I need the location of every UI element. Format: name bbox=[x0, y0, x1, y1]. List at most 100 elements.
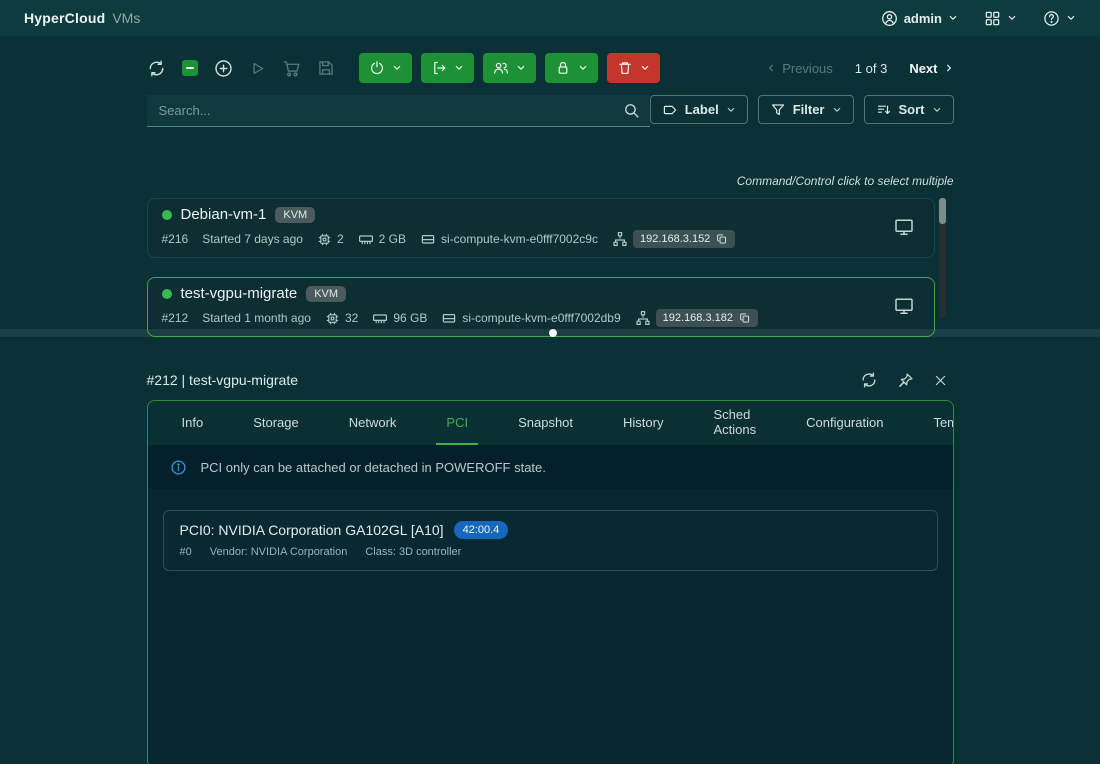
pci-class: Class: 3D controller bbox=[365, 546, 461, 558]
chevron-down-icon bbox=[578, 63, 588, 73]
vm-host: si-compute-kvm-e0fff7002db9 bbox=[462, 311, 620, 325]
play-button[interactable] bbox=[249, 60, 266, 77]
copy-icon[interactable] bbox=[739, 312, 751, 324]
tab-snapshot[interactable]: Snapshot bbox=[508, 401, 583, 445]
ownership-actions-button[interactable] bbox=[483, 53, 536, 83]
chevron-down-icon bbox=[1007, 13, 1017, 23]
vm-row-debian-vm-1[interactable]: Debian-vm-1 KVM #216 Started 7 days ago … bbox=[147, 198, 935, 258]
tab-network[interactable]: Network bbox=[339, 401, 407, 445]
vm-row-test-vgpu-migrate[interactable]: test-vgpu-migrate KVM #212 Started 1 mon… bbox=[147, 277, 935, 337]
vm-ip: 192.168.3.152 bbox=[640, 233, 710, 245]
scrollbar-thumb[interactable] bbox=[939, 198, 946, 224]
power-actions-button[interactable] bbox=[359, 53, 412, 83]
pin-button[interactable] bbox=[897, 372, 914, 389]
detail-refresh-button[interactable] bbox=[860, 371, 878, 389]
vnc-console-icon[interactable] bbox=[894, 296, 914, 316]
vm-ip: 192.168.3.182 bbox=[663, 312, 733, 324]
label-dropdown-button[interactable]: Label bbox=[650, 95, 748, 124]
chevron-down-icon bbox=[454, 63, 464, 73]
next-page-button[interactable]: Next bbox=[909, 61, 953, 76]
cart-button[interactable] bbox=[282, 59, 301, 78]
vm-started: Started 7 days ago bbox=[202, 232, 303, 246]
user-menu[interactable]: admin bbox=[881, 10, 958, 27]
topbar: HyperCloud VMs admin bbox=[0, 0, 1100, 36]
tab-configuration[interactable]: Configuration bbox=[796, 401, 893, 445]
search-icon[interactable] bbox=[623, 102, 640, 119]
pci-tab-content: PCI0: NVIDIA Corporation GA102GL [A10] 4… bbox=[148, 489, 953, 764]
chevron-down-icon bbox=[948, 13, 958, 23]
select-all-checkbox[interactable] bbox=[182, 60, 198, 76]
tab-pci[interactable]: PCI bbox=[436, 401, 478, 445]
close-icon[interactable] bbox=[933, 373, 948, 388]
pci-info-alert: PCI only can be attached or detached in … bbox=[148, 445, 953, 489]
vm-ip-badge[interactable]: 192.168.3.152 bbox=[633, 230, 735, 248]
vm-detail-panel: Info Storage Network PCI Snapshot Histor… bbox=[147, 400, 954, 764]
ram-icon bbox=[358, 231, 374, 247]
network-icon bbox=[612, 231, 628, 247]
detail-panel-title: #212 | test-vgpu-migrate bbox=[147, 372, 299, 388]
splitter-handle[interactable] bbox=[0, 329, 1100, 337]
lock-icon bbox=[555, 60, 571, 76]
users-icon bbox=[493, 60, 509, 76]
vm-cpu: 2 bbox=[337, 232, 344, 246]
user-icon bbox=[881, 10, 898, 27]
page-count: 1 of 3 bbox=[855, 61, 888, 76]
vm-id: #216 bbox=[162, 232, 189, 246]
splitter-dot bbox=[549, 329, 557, 337]
ram-icon bbox=[372, 310, 388, 326]
host-disk-icon bbox=[420, 231, 436, 247]
refresh-button[interactable] bbox=[147, 59, 166, 78]
chevron-left-icon bbox=[766, 63, 776, 73]
chevron-down-icon bbox=[1066, 13, 1076, 23]
apps-grid-icon bbox=[984, 10, 1001, 27]
save-button[interactable] bbox=[317, 59, 335, 77]
migrate-actions-button[interactable] bbox=[421, 53, 474, 83]
chevron-down-icon bbox=[516, 63, 526, 73]
vm-ram: 2 GB bbox=[379, 232, 406, 246]
tab-info[interactable]: Info bbox=[172, 401, 214, 445]
lock-actions-button[interactable] bbox=[545, 53, 598, 83]
help-icon bbox=[1043, 10, 1060, 27]
sort-dropdown-button[interactable]: Sort bbox=[864, 95, 954, 124]
vm-name: test-vgpu-migrate bbox=[181, 285, 298, 302]
cpu-icon bbox=[325, 311, 340, 326]
create-vm-button[interactable] bbox=[214, 59, 233, 78]
vm-started: Started 1 month ago bbox=[202, 311, 311, 325]
vm-ip-badge[interactable]: 192.168.3.182 bbox=[656, 309, 758, 327]
pci-address-badge: 42:00.4 bbox=[454, 521, 509, 539]
page-title: VMs bbox=[112, 10, 140, 26]
copy-icon[interactable] bbox=[716, 233, 728, 245]
tab-history[interactable]: History bbox=[613, 401, 673, 445]
pci-vendor: Vendor: NVIDIA Corporation bbox=[210, 546, 348, 558]
chevron-down-icon bbox=[392, 63, 402, 73]
vnc-console-icon[interactable] bbox=[894, 217, 914, 237]
tab-sched-actions[interactable]: Sched Actions bbox=[703, 401, 766, 445]
label-tag-icon bbox=[662, 102, 678, 118]
trash-icon bbox=[617, 60, 633, 76]
previous-page-button[interactable]: Previous bbox=[766, 61, 833, 76]
help-menu[interactable] bbox=[1043, 10, 1076, 27]
list-scrollbar[interactable] bbox=[939, 198, 946, 318]
network-icon bbox=[635, 310, 651, 326]
apps-menu[interactable] bbox=[984, 10, 1017, 27]
delete-actions-button[interactable] bbox=[607, 53, 660, 83]
tab-template[interactable]: Template bbox=[923, 401, 953, 445]
tab-storage[interactable]: Storage bbox=[243, 401, 309, 445]
search-input[interactable] bbox=[159, 103, 623, 118]
vm-cpu: 32 bbox=[345, 311, 358, 325]
vm-ram: 96 GB bbox=[393, 311, 427, 325]
hypervisor-badge: KVM bbox=[306, 286, 346, 302]
filter-dropdown-button[interactable]: Filter bbox=[758, 95, 854, 124]
cpu-icon bbox=[317, 232, 332, 247]
alert-text: PCI only can be attached or detached in … bbox=[201, 460, 546, 475]
multi-select-hint: Command/Control click to select multiple bbox=[147, 174, 954, 188]
sort-icon bbox=[876, 102, 892, 118]
brand-name: HyperCloud bbox=[24, 10, 105, 26]
pci-device-card[interactable]: PCI0: NVIDIA Corporation GA102GL [A10] 4… bbox=[163, 510, 938, 571]
vm-toolbar: Previous 1 of 3 Next bbox=[147, 52, 954, 84]
pagination: Previous 1 of 3 Next bbox=[766, 61, 953, 76]
chevron-down-icon bbox=[832, 105, 842, 115]
chevron-down-icon bbox=[640, 63, 650, 73]
breadcrumb: HyperCloud VMs bbox=[24, 10, 140, 26]
power-icon bbox=[369, 60, 385, 76]
